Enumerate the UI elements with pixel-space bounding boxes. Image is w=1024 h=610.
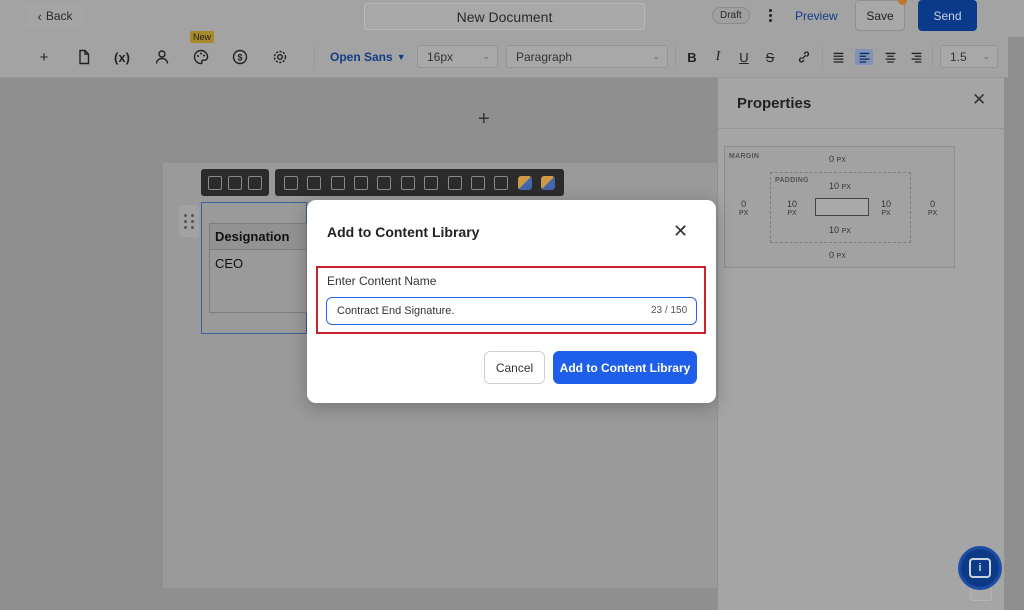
save-button[interactable]: Save (855, 0, 905, 31)
table-actions-toolbar (275, 169, 564, 196)
add-to-content-library-dialog: Add to Content Library ✕ Enter Content N… (307, 200, 716, 403)
palette-icon[interactable] (191, 47, 211, 67)
block-type-value: Paragraph (516, 49, 573, 64)
user-icon[interactable] (152, 47, 172, 67)
close-icon[interactable]: ✕ (972, 90, 986, 110)
strikethrough-icon[interactable]: S (761, 49, 779, 65)
top-bar: ‹ Back New Document Draft Preview Save S… (0, 0, 1024, 37)
chevron-down-icon: ⌄ (652, 51, 660, 61)
info-chat-icon: i (969, 558, 991, 578)
preview-button[interactable]: Preview (795, 9, 838, 23)
link-icon[interactable] (795, 49, 813, 65)
padding-box: PADDING 10 PX 10 PX 10 PX 10 PX (770, 172, 911, 243)
content-name-input[interactable] (326, 297, 697, 325)
align-right-icon[interactable] (907, 49, 925, 65)
margin-right-value[interactable]: 0 PX (928, 199, 937, 219)
chevron-down-icon: ⌄ (982, 51, 990, 61)
add-icon[interactable]: + (34, 47, 54, 67)
toolbar-divider (675, 45, 676, 69)
document-icon[interactable] (74, 47, 94, 67)
toolbar-divider (822, 45, 823, 69)
font-size-select[interactable]: 16px ⌄ (417, 45, 498, 68)
padding-left-value[interactable]: 10 PX (787, 199, 797, 219)
panel-divider (718, 128, 1005, 129)
font-size-value: 16px (427, 49, 454, 64)
status-badge: Draft (712, 7, 750, 24)
document-title: New Document (456, 8, 553, 25)
italic-icon[interactable]: I (709, 49, 727, 65)
line-height-select[interactable]: 1.5 ⌄ (940, 45, 998, 68)
block-actions-toolbar (201, 169, 269, 196)
border-color-icon[interactable] (541, 175, 556, 190)
back-button[interactable]: ‹ Back (26, 3, 84, 29)
insert-column-right-icon[interactable] (353, 175, 368, 190)
underline-icon[interactable]: U (735, 49, 753, 65)
toolbar-divider (314, 45, 315, 69)
send-button[interactable]: Send (918, 0, 977, 31)
padding-bottom-value[interactable]: 10 PX (829, 225, 851, 237)
character-count: 23 / 150 (651, 305, 688, 316)
more-options-icon[interactable] (764, 5, 776, 25)
add-to-content-library-button[interactable]: Add to Content Library (553, 351, 697, 384)
dollar-icon[interactable]: $ (230, 47, 250, 67)
chevron-down-icon: ⌄ (482, 51, 490, 61)
content-table: Designation CEO (209, 223, 307, 313)
bold-icon[interactable]: B (683, 49, 701, 65)
font-family-select[interactable]: Open Sans ▼ (330, 50, 406, 64)
delete-column-icon[interactable] (447, 175, 462, 190)
trash-icon[interactable] (228, 175, 242, 190)
margin-top-value[interactable]: 0 PX (829, 154, 846, 166)
cancel-button[interactable]: Cancel (484, 351, 545, 384)
block-type-select[interactable]: Paragraph ⌄ (506, 45, 668, 68)
gear-icon[interactable] (270, 47, 290, 67)
font-family-value: Open Sans (330, 50, 393, 64)
properties-title: Properties (737, 95, 812, 112)
add-block-icon[interactable]: + (478, 108, 490, 131)
header-column-icon[interactable] (400, 175, 415, 190)
unsaved-indicator (898, 0, 907, 5)
back-label: Back (45, 9, 73, 23)
help-chat-button[interactable]: i (958, 546, 1002, 590)
insert-row-above-icon[interactable] (283, 175, 298, 190)
drag-handle-icon[interactable] (179, 205, 199, 237)
new-feature-badge: New (190, 31, 215, 43)
properties-panel: Properties ✕ MARGIN 0 PX 0 PX 0 PX 0 PX PA… (717, 78, 1005, 610)
copy-icon[interactable] (208, 175, 222, 190)
align-center-icon[interactable] (881, 49, 899, 65)
close-icon[interactable]: ✕ (673, 222, 688, 240)
line-height-value: 1.5 (950, 49, 967, 64)
delete-row-icon[interactable] (424, 175, 439, 190)
chevron-down-icon: ▼ (396, 52, 406, 62)
insert-row-below-icon[interactable] (307, 175, 322, 190)
margin-left-value[interactable]: 0 PX (739, 199, 748, 219)
cell-color-icon[interactable] (517, 175, 532, 190)
padding-top-value[interactable]: 10 PX (829, 181, 851, 193)
chevron-left-icon: ‹ (37, 8, 42, 24)
align-justify-icon[interactable] (829, 49, 847, 65)
table-grid-icon[interactable] (494, 175, 509, 190)
save-to-library-icon[interactable] (248, 175, 262, 190)
variable-icon[interactable]: (x) (112, 47, 132, 67)
document-title-field[interactable]: New Document (364, 3, 645, 30)
padding-right-value[interactable]: 10 PX (881, 199, 891, 219)
content-name-label: Enter Content Name (327, 274, 437, 288)
padding-label: PADDING (775, 177, 809, 184)
svg-text:$: $ (237, 53, 242, 63)
table-header-cell[interactable]: Designation (210, 224, 306, 250)
box-model-editor: MARGIN 0 PX 0 PX 0 PX 0 PX PADDING 10 PX 1… (724, 146, 955, 268)
margin-label: MARGIN (729, 153, 760, 160)
align-left-icon[interactable] (855, 49, 873, 65)
insert-column-left-icon[interactable] (330, 175, 345, 190)
margin-bottom-value[interactable]: 0 PX (829, 250, 846, 262)
toolbar-divider (932, 45, 933, 69)
merge-cells-icon[interactable] (470, 175, 485, 190)
table-cell[interactable]: CEO (210, 250, 306, 271)
header-row-icon[interactable] (377, 175, 392, 190)
content-box (815, 198, 869, 216)
dialog-title: Add to Content Library (327, 224, 480, 240)
